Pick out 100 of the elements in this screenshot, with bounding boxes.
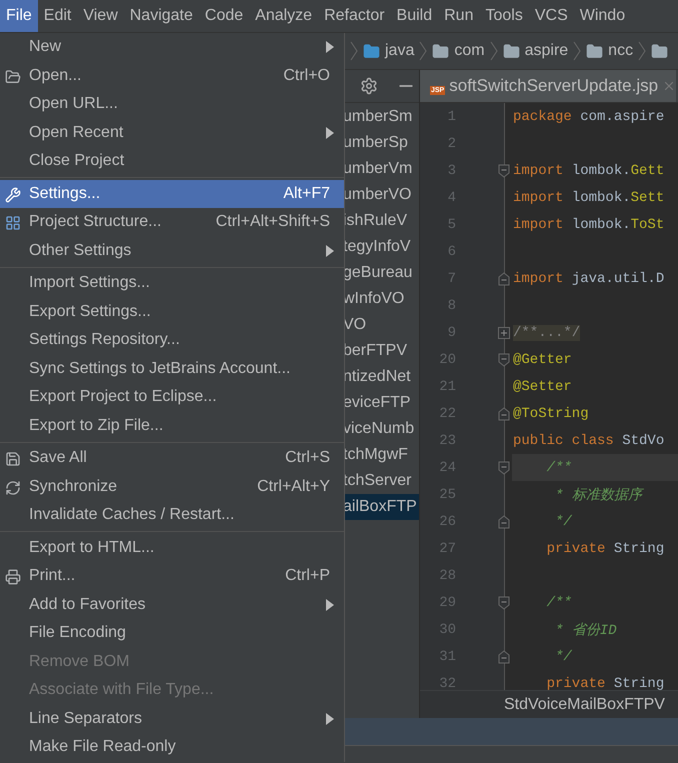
menu-item[interactable]: Line Separators: [0, 704, 344, 733]
menu-item[interactable]: Export Project to Eclipse...: [0, 383, 344, 412]
breadcrumb-item[interactable]: ncc: [608, 42, 634, 60]
menu-item[interactable]: Export Settings...: [0, 298, 344, 326]
printer-icon: [5, 569, 21, 585]
settings-icon: [5, 186, 21, 202]
menubar-item[interactable]: Navigate: [124, 0, 199, 32]
settings-icon[interactable]: [360, 77, 378, 95]
project-file-item[interactable]: umberSm: [343, 104, 419, 130]
save-icon: [5, 451, 21, 467]
folder-icon: [586, 42, 604, 60]
menubar-item[interactable]: Tools: [479, 0, 529, 32]
shortcut-label: Ctrl+S: [285, 449, 330, 468]
menu-item[interactable]: Make File Read-only: [0, 733, 344, 762]
code-line: package com.aspire: [512, 108, 666, 126]
menubar-item[interactable]: View: [77, 0, 124, 32]
project-file-item[interactable]: wInfoVO: [343, 286, 419, 312]
breadcrumb-item[interactable]: aspire: [524, 42, 568, 60]
chevron-icon: [490, 41, 498, 61]
menu-item[interactable]: Open... Ctrl+O: [0, 62, 344, 90]
fold-marker-icon[interactable]: [498, 352, 510, 366]
code-line: import java.util.D: [512, 270, 666, 288]
project-file-item[interactable]: viceNumb: [343, 416, 419, 442]
code-line: import lombok.Gett: [512, 162, 666, 180]
sync-icon: [5, 480, 21, 496]
fold-marker-icon[interactable]: [498, 272, 510, 286]
folder-icon: [363, 42, 380, 60]
chevron-icon: [638, 41, 646, 61]
code-line: import lombok.Sett: [512, 188, 666, 208]
shortcut-label: Alt+F7: [283, 184, 330, 203]
project-file-item[interactable]: ntizedNet: [343, 364, 419, 390]
project-file-item[interactable]: ishRuleV: [343, 208, 419, 234]
project-file-item[interactable]: tegyInfoV: [343, 234, 419, 260]
menubar-item[interactable]: File: [0, 0, 38, 32]
folder-icon: [651, 42, 668, 60]
code-line: import lombok.ToSt: [512, 216, 666, 234]
fold-marker-icon[interactable]: [498, 406, 510, 420]
menu-item[interactable]: Open URL...: [0, 90, 344, 118]
shortcut-label: Ctrl+Alt+Y: [257, 478, 330, 496]
folder-icon: [5, 68, 21, 84]
menu-item[interactable]: Synchronize Ctrl+Alt+Y: [0, 472, 344, 501]
menu-item[interactable]: Sync Settings to JetBrains Account...: [0, 354, 344, 383]
breadcrumb-item[interactable]: com: [454, 42, 485, 60]
code-line: @Getter: [512, 350, 573, 370]
code-line: private String: [546, 540, 666, 558]
menubar-item[interactable]: Refactor: [318, 0, 391, 32]
project-file-item[interactable]: umberSp: [343, 130, 419, 156]
fold-marker-icon[interactable]: [498, 164, 510, 178]
code-line: @ToString: [512, 404, 590, 424]
menu-item[interactable]: Settings Repository...: [0, 326, 344, 354]
project-file-item[interactable]: umberVm: [343, 156, 419, 182]
menu-item[interactable]: Add to Favorites: [0, 590, 344, 619]
code-line: public class StdVo: [512, 432, 666, 450]
menubar-item[interactable]: Code: [198, 0, 250, 32]
folder-icon: [432, 42, 450, 60]
menu-item[interactable]: New: [0, 33, 344, 62]
menu-item[interactable]: File Encoding: [0, 619, 344, 648]
chevron-icon: [573, 41, 582, 61]
menu-item[interactable]: Settings... Alt+F7: [0, 180, 344, 208]
menu-item[interactable]: Print... Ctrl+P: [0, 562, 344, 590]
menu-item[interactable]: Save All Ctrl+S: [0, 444, 344, 472]
project-file-item[interactable]: umberVO: [343, 182, 419, 208]
shortcut-label: Ctrl+O: [283, 66, 330, 85]
menu-item[interactable]: Import Settings...: [0, 269, 344, 298]
code-line: */: [554, 512, 573, 532]
menu-item[interactable]: Export to Zip File...: [0, 412, 344, 440]
menubar-item[interactable]: Build: [390, 0, 438, 32]
menubar-item[interactable]: VCS: [528, 0, 574, 32]
menu-item[interactable]: Export to HTML...: [0, 534, 344, 562]
project-file-item[interactable]: geBureau: [343, 260, 419, 286]
menu-item[interactable]: Invalidate Caches / Restart...: [0, 501, 344, 530]
code-line: @Setter: [512, 378, 573, 396]
folder-icon: [502, 42, 520, 60]
menu-item[interactable]: Close Project: [0, 147, 344, 176]
fold-marker-icon[interactable]: [498, 514, 510, 528]
fold-marker-icon[interactable]: [498, 596, 510, 610]
shortcut-label: Ctrl+P: [285, 567, 330, 586]
project-file-item[interactable]: tchMgwF: [343, 442, 419, 468]
menubar-item[interactable]: Windo: [574, 0, 632, 32]
code-line: * 标准数据序: [554, 486, 645, 506]
code-line: */: [554, 648, 573, 666]
expand-icon[interactable]: [498, 326, 510, 338]
menu-item[interactable]: Project Structure... Ctrl+Alt+Shift+S: [0, 208, 344, 236]
shortcut-label: Ctrl+Alt+Shift+S: [216, 213, 330, 232]
project-file-item[interactable]: ailBoxFTP: [343, 494, 419, 520]
menu-item[interactable]: Other Settings: [0, 236, 344, 265]
grid-icon: [5, 215, 21, 231]
fold-marker-icon[interactable]: [498, 650, 510, 664]
menu-item[interactable]: Open Recent: [0, 118, 344, 147]
code-line: private String: [546, 674, 666, 690]
menubar-item[interactable]: Run: [438, 0, 480, 32]
chevron-icon: [419, 41, 428, 61]
menubar-item[interactable]: Edit: [38, 0, 78, 32]
fold-marker-icon[interactable]: [498, 460, 510, 474]
menubar-item[interactable]: Analyze: [249, 0, 318, 32]
chevron-icon: [350, 41, 358, 61]
project-file-item[interactable]: eviceFTP: [343, 390, 419, 416]
breadcrumb-item[interactable]: java: [385, 42, 414, 60]
code-line: * 省份ID: [554, 622, 618, 640]
project-file-item[interactable]: tchServer: [343, 468, 419, 494]
